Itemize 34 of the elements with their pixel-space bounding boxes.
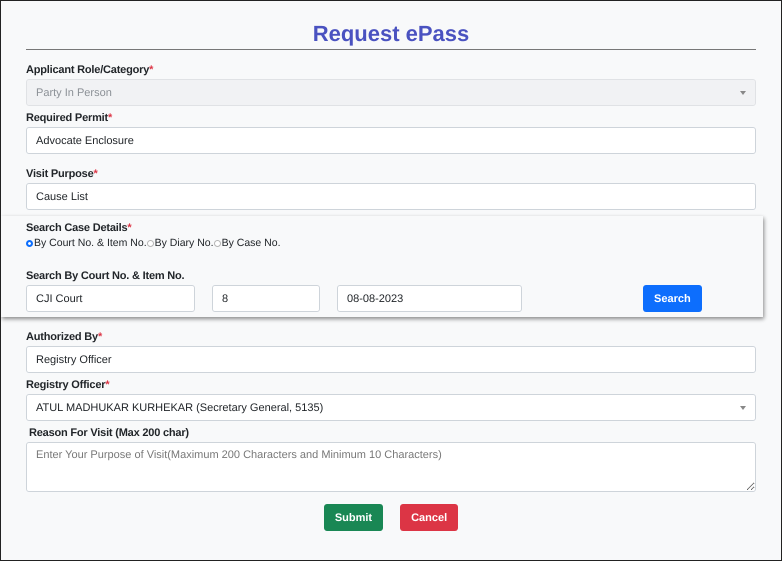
- caret-icon: [740, 90, 746, 94]
- input-field[interactable]: CJI Court: [26, 285, 195, 312]
- input-field[interactable]: 8: [212, 285, 320, 312]
- input-field[interactable]: Cause List: [26, 183, 756, 210]
- select-field[interactable]: ATUL MADHUKAR KURHEKAR (Secretary General, 5135): [26, 394, 756, 421]
- search-button[interactable]: Search: [643, 285, 702, 312]
- radio-button[interactable]: [214, 240, 221, 246]
- radio-button[interactable]: [146, 240, 154, 246]
- radio-label[interactable]: By Court No. & Item No.: [34, 237, 147, 249]
- reason-field[interactable]: Enter Your Purpose of Visit(Maximum 200 Characters and Minimum 10 Characters): [26, 442, 756, 492]
- input-field[interactable]: 08-08-2023: [337, 285, 522, 312]
- field-label: Search By Court No. & Item No.: [26, 270, 184, 282]
- cancel-button[interactable]: Cancel: [400, 504, 458, 531]
- field-label: Reason For Visit (Max 200 char): [29, 427, 189, 439]
- radio-label[interactable]: By Diary No.: [154, 237, 214, 249]
- required-mark: *: [98, 331, 102, 343]
- field-label: Required Permit: [26, 112, 108, 124]
- field-label: Visit Purpose: [26, 168, 94, 180]
- required-mark: *: [108, 112, 112, 124]
- submit-button[interactable]: Submit: [324, 504, 384, 531]
- page-title: Request ePass: [312, 21, 470, 47]
- radio-button[interactable]: [26, 240, 33, 246]
- input-field[interactable]: Registry Officer: [26, 346, 756, 373]
- field-label: Applicant Role/Category: [26, 64, 150, 76]
- field-label: Registry Officer: [26, 379, 106, 391]
- input-field[interactable]: Advocate Enclosure: [26, 127, 756, 154]
- required-mark: *: [105, 379, 110, 391]
- field-label: Authorized By: [26, 331, 98, 343]
- field-label: Search Case Details: [26, 222, 128, 234]
- required-mark: *: [94, 168, 98, 180]
- radio-label[interactable]: By Case No.: [222, 237, 281, 249]
- caret-icon: [740, 406, 746, 410]
- required-mark: *: [149, 64, 154, 76]
- required-mark: *: [127, 222, 132, 234]
